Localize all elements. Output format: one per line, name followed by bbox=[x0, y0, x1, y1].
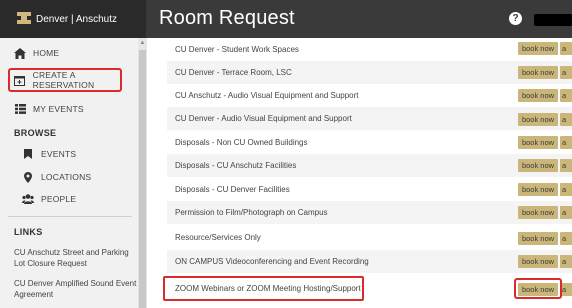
map-marker-icon bbox=[22, 171, 34, 183]
list-item: CU Denver - Terrace Room, LSC bbox=[167, 61, 572, 84]
sidebar-item-label: LOCATIONS bbox=[41, 172, 92, 182]
link-amplified-sound-agreement[interactable]: CU Denver Amplified Sound Event Agreemen… bbox=[14, 278, 138, 300]
grid-list-icon bbox=[14, 103, 26, 115]
scroll-up-icon[interactable]: ▲ bbox=[139, 40, 146, 47]
sidebar-scroll-thumb[interactable] bbox=[139, 50, 146, 308]
list-item-label[interactable]: CU Denver - Terrace Room, LSC bbox=[167, 68, 292, 77]
book-now-button[interactable]: book now bbox=[518, 42, 558, 55]
brand-text: Denver | Anschutz bbox=[36, 13, 117, 25]
sidebar-item-people[interactable]: PEOPLE bbox=[0, 188, 136, 210]
bookmark-icon bbox=[22, 148, 34, 160]
sidebar-item-label: MY EVENTS bbox=[33, 104, 84, 114]
book-now-button[interactable]: book now bbox=[518, 206, 558, 219]
list-item: CU Denver - Student Work Spaces bbox=[167, 38, 572, 61]
list-item-label[interactable]: CU Denver - Audio Visual Equipment and S… bbox=[167, 114, 352, 123]
highlight-book-now bbox=[514, 278, 562, 299]
page-title: Room Request bbox=[159, 7, 295, 29]
list-item-label[interactable]: CU Anschutz - Audio Visual Equipment and… bbox=[167, 91, 359, 100]
sidebar-item-home[interactable]: HOME bbox=[0, 42, 136, 64]
brand-logo-link[interactable]: Denver | Anschutz bbox=[0, 0, 146, 38]
sidebar-item-events[interactable]: EVENTS bbox=[0, 143, 136, 165]
sidebar-item-create-reservation[interactable]: CREATE A RESERVATION bbox=[0, 69, 136, 91]
links-heading: LINKS bbox=[14, 227, 43, 237]
secondary-button[interactable]: a bbox=[560, 183, 572, 196]
cu-logo-icon bbox=[17, 12, 31, 24]
list-item: Disposals - CU Denver Facilities bbox=[167, 178, 572, 201]
book-now-button[interactable]: book now bbox=[518, 113, 558, 126]
sidebar-item-label: PEOPLE bbox=[41, 194, 77, 204]
list-item-label[interactable]: Disposals - Non CU Owned Buildings bbox=[167, 138, 308, 147]
book-now-button[interactable]: book now bbox=[518, 255, 558, 268]
secondary-button[interactable]: a bbox=[560, 232, 572, 245]
secondary-button[interactable]: a bbox=[560, 113, 572, 126]
browse-heading: BROWSE bbox=[14, 128, 57, 138]
list-item: CU Denver - Audio Visual Equipment and S… bbox=[167, 107, 572, 130]
book-now-button[interactable]: book now bbox=[518, 232, 558, 245]
book-now-button[interactable]: book now bbox=[518, 89, 558, 102]
list-item: Disposals - CU Anschutz Facilities bbox=[167, 154, 572, 177]
book-now-button[interactable]: book now bbox=[518, 183, 558, 196]
calendar-plus-icon bbox=[14, 74, 26, 86]
secondary-button[interactable]: a bbox=[560, 136, 572, 149]
secondary-button[interactable]: a bbox=[560, 66, 572, 79]
highlight-zoom-row bbox=[163, 276, 364, 301]
secondary-button[interactable]: a bbox=[560, 206, 572, 219]
list-item-label[interactable]: Disposals - CU Anschutz Facilities bbox=[167, 161, 296, 170]
sidebar-item-label: EVENTS bbox=[41, 149, 77, 159]
redacted-user-name[interactable] bbox=[534, 14, 572, 26]
list-item-label[interactable]: Permission to Film/Photograph on Campus bbox=[167, 208, 328, 217]
people-icon bbox=[22, 193, 34, 205]
list-item-label[interactable]: Disposals - CU Denver Facilities bbox=[167, 185, 290, 194]
list-item-label[interactable]: ON CAMPUS Videoconferencing and Event Re… bbox=[167, 257, 369, 266]
sidebar-item-my-events[interactable]: MY EVENTS bbox=[0, 98, 136, 120]
book-now-button[interactable]: book now bbox=[518, 159, 558, 172]
list-item: Disposals - Non CU Owned Buildings bbox=[167, 131, 572, 154]
help-icon[interactable]: ? bbox=[509, 12, 522, 25]
secondary-button[interactable]: a bbox=[560, 42, 572, 55]
secondary-button[interactable]: a bbox=[560, 89, 572, 102]
book-now-button[interactable]: book now bbox=[518, 66, 558, 79]
secondary-button[interactable]: a bbox=[560, 255, 572, 268]
home-icon bbox=[14, 47, 26, 59]
sidebar-item-label: HOME bbox=[33, 48, 60, 58]
list-item: Permission to Film/Photograph on Campus bbox=[167, 201, 572, 224]
list-item-label[interactable]: Resource/Services Only bbox=[167, 233, 261, 242]
list-item: Resource/Services Only bbox=[167, 226, 572, 249]
link-street-parking-closure[interactable]: CU Anschutz Street and Parking Lot Closu… bbox=[14, 247, 138, 269]
list-item: CU Anschutz - Audio Visual Equipment and… bbox=[167, 84, 572, 107]
list-item-label[interactable]: CU Denver - Student Work Spaces bbox=[167, 45, 299, 54]
sidebar-divider bbox=[8, 216, 132, 217]
sidebar-item-label: CREATE A RESERVATION bbox=[32, 70, 95, 90]
book-now-button[interactable]: book now bbox=[518, 136, 558, 149]
secondary-button[interactable]: a bbox=[560, 159, 572, 172]
list-item: ON CAMPUS Videoconferencing and Event Re… bbox=[167, 250, 572, 273]
sidebar-item-locations[interactable]: LOCATIONS bbox=[0, 166, 136, 188]
